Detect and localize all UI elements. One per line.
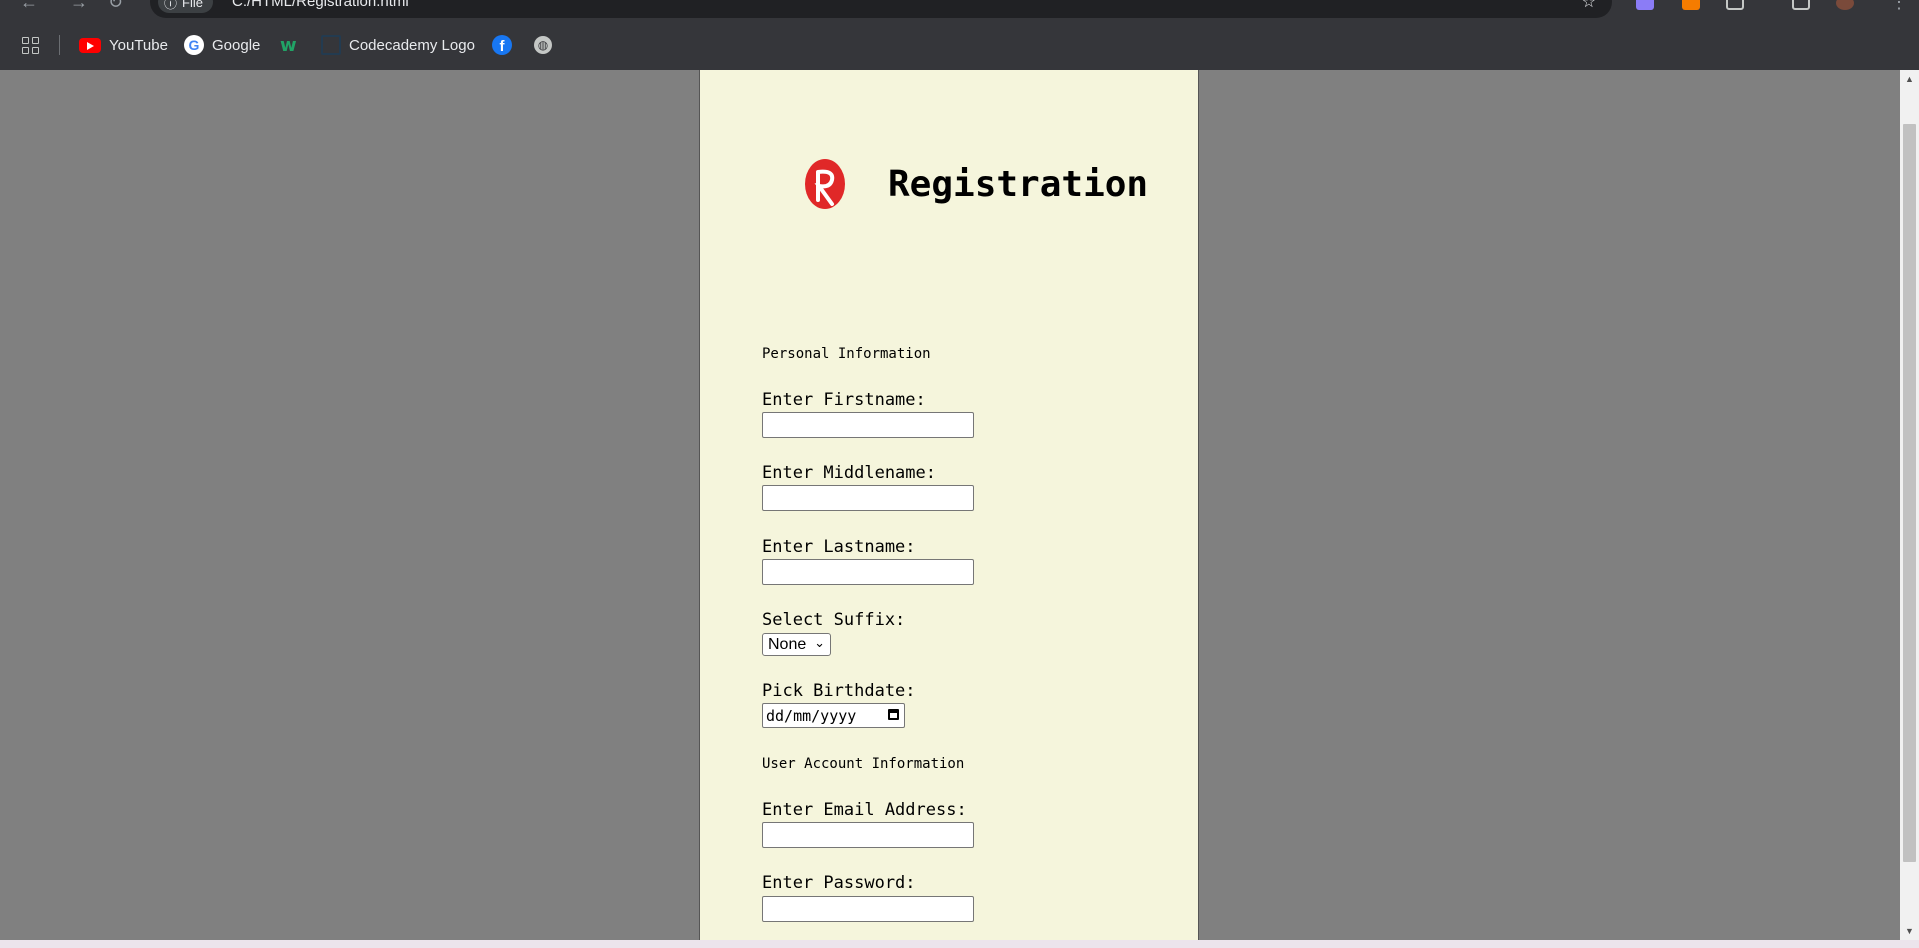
suffix-label: Select Suffix: <box>762 610 906 630</box>
youtube-icon <box>79 37 101 53</box>
codecademy-icon <box>321 35 341 55</box>
scrollbar-thumb[interactable] <box>1903 124 1916 862</box>
site-info-chip[interactable]: ⓘ File <box>158 0 213 13</box>
birthdate-label: Pick Birthdate: <box>762 681 916 701</box>
forward-icon[interactable]: → <box>70 0 88 13</box>
lastname-input[interactable] <box>762 559 974 585</box>
taskbar-edge <box>0 940 1919 948</box>
scroll-up-icon[interactable]: ▲ <box>1905 74 1914 84</box>
extension-icon[interactable] <box>1682 0 1700 10</box>
bookmark-youtube[interactable]: YouTube <box>79 20 168 70</box>
suffix-select[interactable]: None ⌄ <box>762 633 831 656</box>
info-icon: ⓘ <box>164 0 178 11</box>
apps-button[interactable] <box>22 20 39 70</box>
firstname-input[interactable] <box>762 412 974 438</box>
middlename-input[interactable] <box>762 485 974 511</box>
apps-grid-icon <box>22 36 39 54</box>
globe-icon: ◍ <box>534 36 552 54</box>
bookmark-w[interactable]: w <box>280 20 297 70</box>
bookmarks-bar: YouTube G Google w Codecademy Logo f ◍ <box>0 20 1919 70</box>
download-icon[interactable] <box>1792 0 1810 10</box>
bookmark-label: Codecademy Logo <box>349 36 475 54</box>
back-icon[interactable]: ← <box>20 0 38 13</box>
reload-icon[interactable]: ↻ <box>108 0 123 13</box>
password-label: Enter Password: <box>762 873 916 893</box>
bookmark-google[interactable]: G Google <box>184 20 260 70</box>
address-bar[interactable]: ⓘ File C:/HTML/Registration.html ☆ <box>150 0 1612 18</box>
vertical-scrollbar[interactable]: ▲ ▼ <box>1900 70 1919 940</box>
r-logo-icon <box>805 159 845 209</box>
bookmark-codecademy[interactable]: Codecademy Logo <box>321 20 475 70</box>
menu-icon[interactable]: ⋮ <box>1890 0 1908 13</box>
facebook-icon: f <box>492 35 512 55</box>
w-logo-icon: w <box>280 34 297 56</box>
password-input[interactable] <box>762 896 974 922</box>
bookmark-star-icon[interactable]: ☆ <box>1582 0 1596 12</box>
bookmark-globe[interactable]: ◍ <box>534 20 552 70</box>
google-icon: G <box>184 35 204 55</box>
site-chip-label: File <box>182 0 203 10</box>
bookmarks-divider <box>59 35 60 55</box>
bookmark-label: YouTube <box>109 36 168 54</box>
browser-toolbar: ← → ↻ ⓘ File C:/HTML/Registration.html ☆… <box>0 0 1919 20</box>
lastname-label: Enter Lastname: <box>762 537 916 557</box>
firstname-label: Enter Firstname: <box>762 390 926 410</box>
email-input[interactable] <box>762 822 974 848</box>
avatar[interactable] <box>1836 0 1854 10</box>
page-title: Registration <box>888 164 1149 205</box>
suffix-selected-value: None <box>768 635 807 653</box>
registration-panel: Registration Personal Information Enter … <box>699 70 1199 940</box>
section-title-account: User Account Information <box>762 756 965 772</box>
middlename-label: Enter Middlename: <box>762 463 936 483</box>
url-text[interactable]: C:/HTML/Registration.html <box>232 0 409 10</box>
page-viewport: Registration Personal Information Enter … <box>0 70 1900 940</box>
birthdate-input[interactable]: dd/mm/yyyy <box>762 703 905 728</box>
bookmark-label: Google <box>212 36 261 54</box>
section-title-personal: Personal Information <box>762 346 931 362</box>
chevron-down-icon: ⌄ <box>814 635 825 650</box>
birthdate-placeholder: dd/mm/yyyy <box>766 706 857 725</box>
calendar-icon[interactable] <box>888 709 899 720</box>
window-icon[interactable] <box>1726 0 1744 10</box>
extension-icon[interactable] <box>1636 0 1654 10</box>
bookmark-facebook[interactable]: f <box>492 20 512 70</box>
email-label: Enter Email Address: <box>762 800 967 820</box>
scroll-down-icon[interactable]: ▼ <box>1905 926 1914 936</box>
